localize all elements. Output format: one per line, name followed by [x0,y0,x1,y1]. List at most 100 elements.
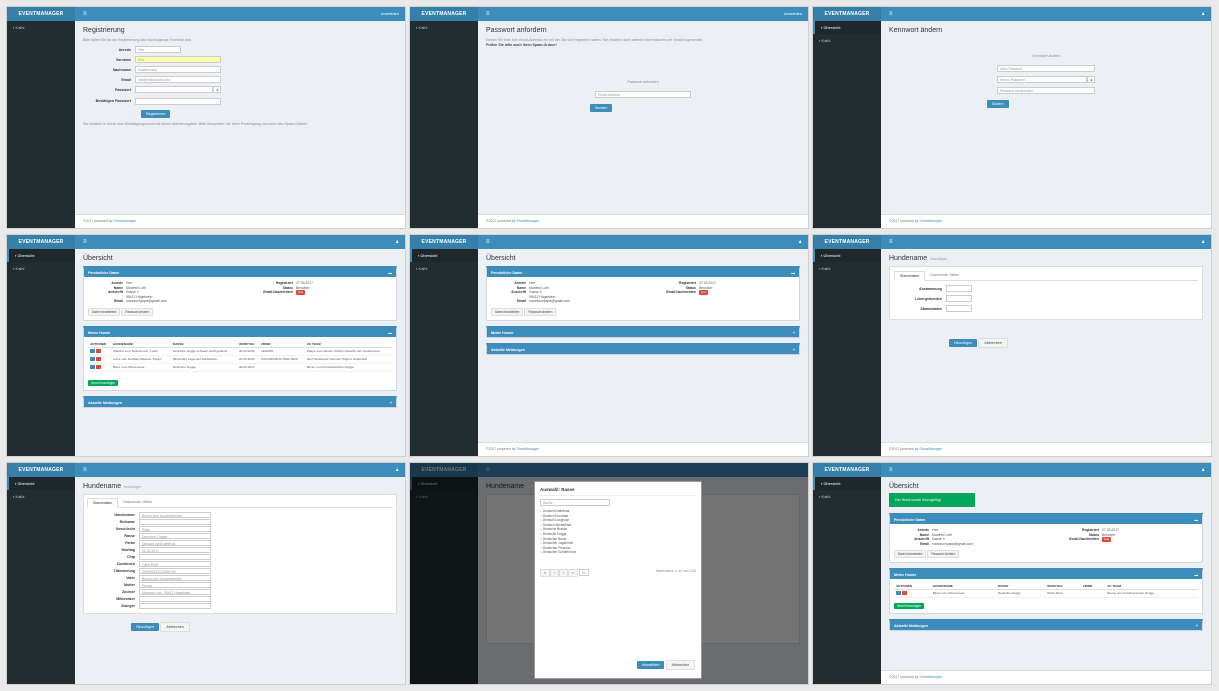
email-input[interactable]: info@testdomain.info [135,76,221,83]
login-link[interactable]: Anmelden [784,7,802,21]
collapse-icon[interactable]: ▬ [388,331,392,335]
edit-data-button[interactable]: Daten bearbeiten [491,307,524,316]
footer-link[interactable]: ShowManager [516,447,539,451]
field-input[interactable]: 098765432123456789 [139,568,211,574]
user-icon[interactable]: ♟ [395,235,399,249]
pedigree-input[interactable] [946,285,972,292]
edit-data-button[interactable]: Daten bearbeiten [894,550,927,559]
lastname-input[interactable]: Mustermann [135,66,221,73]
old-password-input[interactable]: Altes Passwort [997,65,1095,72]
menu-toggle-icon[interactable]: ≡ [486,7,490,21]
sidebar-item-overview[interactable]: ▪ Übersicht [813,249,881,262]
footer-link[interactable]: ShowManager [113,219,136,223]
footer-link[interactable]: ShowManager [919,675,942,679]
per-page-select[interactable]: 10 [578,568,589,576]
field-input[interactable]: Benny vom Kuschelrechen [139,575,211,581]
sidebar-item-kalbi[interactable]: ▪ Kalbi [813,490,881,503]
menu-toggle-icon[interactable]: ≡ [83,463,87,477]
brand-logo[interactable]: EVENTMANAGER [7,7,75,21]
delete-icon[interactable] [96,356,101,361]
add-dog-button[interactable]: Hund hinzufügen [894,603,925,610]
tab-stammdaten[interactable]: Stammdaten [894,271,926,281]
box-header[interactable]: Aktuelle Meldungen + [84,398,396,407]
next-page-button[interactable]: › [558,568,568,577]
user-icon[interactable]: ♟ [1201,235,1205,249]
add-button[interactable]: Hinzufügen [949,339,978,347]
expand-icon[interactable]: + [1196,624,1198,628]
box-header[interactable]: Persönliche Daten ▬ [890,516,1202,524]
edit-icon[interactable] [90,348,95,353]
sidebar-item-overview[interactable]: ▪ Übersicht [7,249,75,262]
search-input[interactable]: Suche [540,499,610,506]
edit-data-button[interactable]: Daten bearbeiten [88,307,121,316]
sidebar-item-kalbi[interactable]: ▪ Kalbi [410,262,478,275]
menu-toggle-icon[interactable]: ≡ [889,235,893,249]
menu-toggle-icon[interactable]: ≡ [83,7,87,21]
box-header[interactable]: Aktuelle Meldungen + [890,622,1202,631]
first-page-button[interactable]: « [540,568,550,577]
sidebar-item-overview[interactable]: ▪ Übersicht [410,249,478,262]
box-header[interactable]: Meine Hunde ▬ [84,328,396,337]
field-input[interactable] [139,596,211,602]
repeat-password-input[interactable]: Passwort wiederholen [997,87,1095,94]
field-input[interactable]: Manfred Loth, 95412 Hägelstein [139,589,211,595]
edit-icon[interactable] [90,356,95,361]
brand-logo[interactable]: EVENTMANAGER [7,463,75,477]
menu-toggle-icon[interactable]: ≡ [83,235,87,249]
sidebar-item-overview[interactable]: ▪ Übersicht [813,21,881,34]
field-input[interactable] [139,519,211,525]
collapse-icon[interactable]: ▬ [1194,573,1198,577]
select-button[interactable]: Auswählen [636,661,665,669]
user-icon[interactable]: ♟ [1201,7,1205,21]
user-icon[interactable]: ♟ [798,235,802,249]
footer-link[interactable]: ShowManager [919,447,942,451]
sidebar-item-kalbi[interactable]: ▪ Kalbi [7,21,75,34]
field-input[interactable]: Benny vom Kuschelrechen [139,512,211,518]
cancel-button[interactable]: Abbrechen [160,622,190,632]
collapse-icon[interactable]: ▬ [388,271,392,275]
tab-stammdaten[interactable]: Stammdaten [87,498,119,508]
sidebar-item-kalbi[interactable]: ▪ Kalbi [410,21,478,34]
login-link[interactable]: Anmelden [381,7,399,21]
box-header[interactable]: Persönliche Daten ▬ [84,269,396,277]
footer-link[interactable]: ShowManager [919,219,942,223]
edit-icon[interactable] [90,364,95,369]
salutation-select[interactable]: Herr [135,46,181,53]
box-header[interactable]: Persönliche Daten ▬ [487,269,799,277]
eye-icon[interactable]: ◉ [213,86,221,93]
brand-logo[interactable]: EVENTMANAGER [813,235,881,249]
delete-icon[interactable] [96,364,101,369]
footer-link[interactable]: ShowManager [516,219,539,223]
field-input[interactable]: Rüde [139,526,211,532]
last-page-button[interactable]: » [567,568,578,577]
sidebar-item-kalbi[interactable]: ▪ Kalbi [7,262,75,275]
master-input[interactable] [946,305,972,312]
user-icon[interactable]: ♟ [1201,463,1205,477]
field-input[interactable]: Emma [139,582,211,588]
expand-icon[interactable]: + [390,401,392,405]
box-header[interactable]: Aktuelle Meldungen + [487,345,799,354]
field-input[interactable]: schwarz-weiß gefleckt [139,540,211,546]
firstname-input[interactable]: Eva [135,56,221,63]
sidebar-item-kalbi[interactable]: ▪ Kalbi [813,34,881,47]
confirm-password-input[interactable] [135,97,221,105]
field-input[interactable] [139,603,211,609]
breed-option[interactable]: ○ Deutscher Schäferhund [540,550,696,555]
field-input[interactable] [139,554,211,560]
password-input[interactable] [135,86,213,93]
register-button[interactable]: Registrieren [141,110,171,118]
brand-logo[interactable]: EVENTMANAGER [410,235,478,249]
change-password-button[interactable]: Passwort ändern [121,307,154,316]
brand-logo[interactable]: EVENTMANAGER [410,7,478,21]
tab-documents[interactable]: Dokumente / Bilder [925,271,964,280]
field-input[interactable]: OMA 4529 [139,561,211,567]
sidebar-item-kalbi[interactable]: ▪ Kalbi [813,262,881,275]
change-button[interactable]: Ändern [987,100,1009,108]
brand-logo[interactable]: EVENTMANAGER [813,7,881,21]
prev-page-button[interactable]: ‹ [549,568,559,577]
add-button[interactable]: Hinzufügen [131,623,160,631]
email-input[interactable]: Email-Adresse [595,91,691,98]
box-header[interactable]: Meine Hunde + [487,328,799,337]
user-icon[interactable]: ♟ [395,463,399,477]
collapse-icon[interactable]: ▬ [791,271,795,275]
